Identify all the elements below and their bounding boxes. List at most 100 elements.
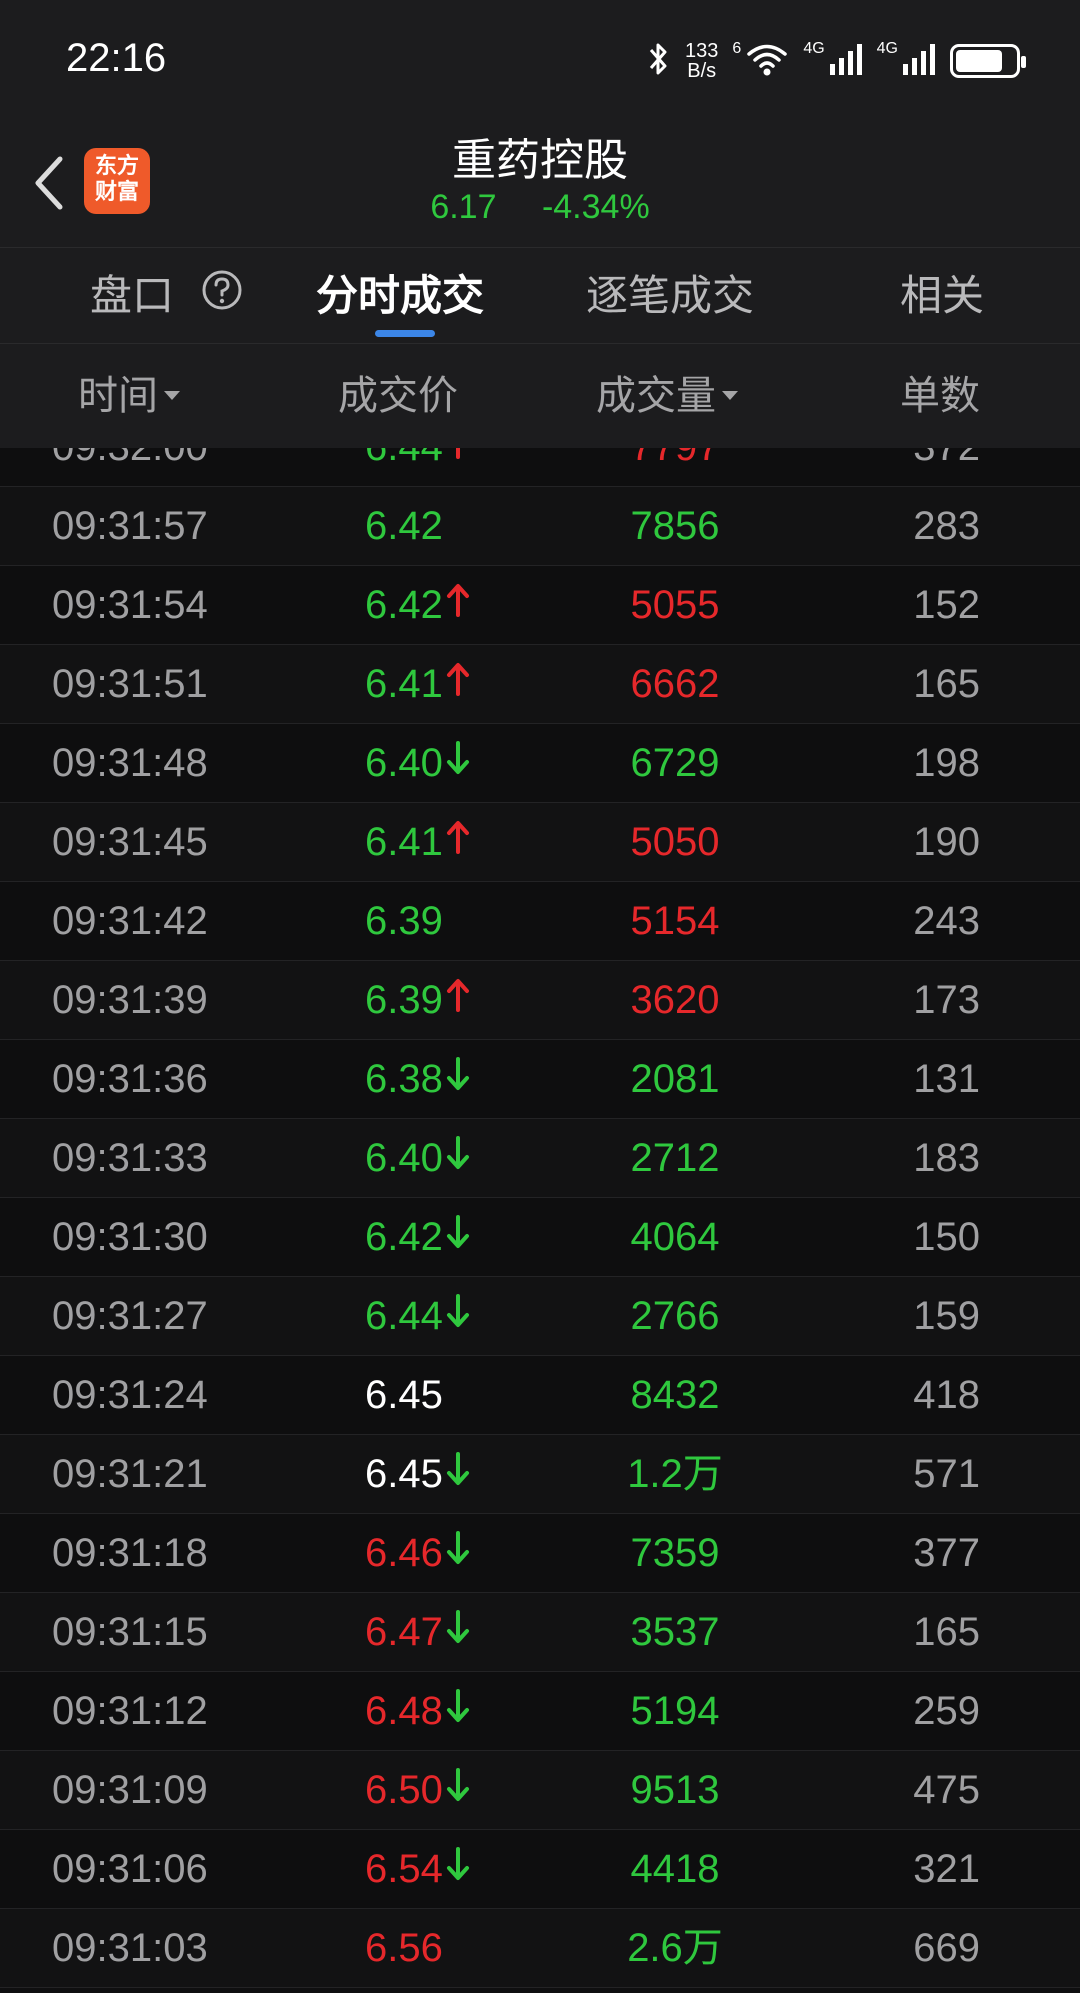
trade-price-cell: 6.39	[365, 882, 443, 961]
stock-price: 6.17	[430, 188, 497, 226]
trade-price: 6.54	[365, 1847, 443, 1891]
trade-price-cell: 6.56	[365, 1909, 443, 1988]
table-row[interactable]: 09:31:09 6.50 9513 475	[0, 1751, 1080, 1830]
trade-price: 6.46	[365, 1531, 443, 1575]
status-clock: 22:16	[66, 36, 167, 80]
bluetooth-icon	[645, 41, 671, 81]
trade-volume: 2081	[630, 1057, 720, 1101]
trade-time: 09:31:30	[52, 1215, 208, 1259]
table-row[interactable]: 09:31:51 6.41 6662 165	[0, 645, 1080, 724]
trade-volume: 4064	[630, 1215, 720, 1259]
table-row[interactable]: 09:31:24 6.45 8432 418	[0, 1356, 1080, 1435]
trade-price-cell: 6.50	[365, 1751, 471, 1830]
trade-time: 09:31:54	[52, 583, 208, 627]
trade-volume: 6662	[630, 662, 720, 706]
wifi-icon	[745, 41, 789, 81]
table-row[interactable]: 09:31:03 6.56 2.6万 669	[0, 1909, 1080, 1988]
stock-header: 东方 财富 重药控股 6.17 -4.34%	[0, 118, 1080, 248]
trade-price-cell: 6.45	[365, 1356, 443, 1435]
col-header-time[interactable]: 时间	[78, 368, 180, 424]
trade-time: 09:31:21	[52, 1452, 208, 1496]
wifi-label: 6	[732, 40, 742, 57]
table-row[interactable]: 09:31:33 6.40 2712 183	[0, 1119, 1080, 1198]
arrow-up-icon	[445, 565, 471, 644]
table-row[interactable]: 09:31:54 6.42 5055 152	[0, 566, 1080, 645]
col-header-price: 成交价	[338, 373, 458, 419]
trade-count: 243	[913, 899, 980, 943]
table-row[interactable]: 09:31:30 6.42 4064 150	[0, 1198, 1080, 1277]
trade-price-cell: 6.42	[365, 487, 443, 566]
table-row[interactable]: 09:31:45 6.41 5050 190	[0, 803, 1080, 882]
trade-time: 09:32:00	[52, 448, 208, 487]
trade-time: 09:31:18	[52, 1531, 208, 1575]
col-header-volume[interactable]: 成交量	[596, 368, 738, 424]
arrow-down-icon	[445, 1039, 471, 1118]
trade-count: 571	[913, 1452, 980, 1496]
status-bar: 22:16 133 B/s 6 4G 4G	[0, 0, 1080, 118]
trade-price: 6.45	[365, 1373, 443, 1417]
arrow-down-icon	[445, 1592, 471, 1671]
table-row[interactable]: 09:31:48 6.40 6729 198	[0, 724, 1080, 803]
trade-price: 6.40	[365, 741, 443, 785]
arrow-down-icon	[445, 723, 471, 802]
stock-name: 重药控股	[452, 135, 628, 186]
table-row[interactable]: 09:31:21 6.45 1.2万 571	[0, 1435, 1080, 1514]
trade-price-cell: 6.48	[365, 1672, 471, 1751]
column-headers: 时间 成交价 成交量 单数	[0, 344, 1080, 448]
trade-time: 09:31:51	[52, 662, 208, 706]
table-row[interactable]: 09:31:42 6.39 5154 243	[0, 882, 1080, 961]
table-row[interactable]: 09:31:12 6.48 5194 259	[0, 1672, 1080, 1751]
arrow-down-icon	[445, 1118, 471, 1197]
col-header-time-label: 时间	[78, 373, 158, 419]
trade-volume: 5055	[630, 583, 720, 627]
net-speed-value: 133	[685, 40, 719, 62]
trade-price: 6.56	[365, 1926, 443, 1970]
trade-time: 09:31:27	[52, 1294, 208, 1338]
arrow-down-icon	[445, 1276, 471, 1355]
trade-time: 09:31:24	[52, 1373, 208, 1417]
trade-count: 321	[913, 1847, 980, 1891]
tab-time-trades[interactable]: 分时成交	[316, 270, 484, 322]
trade-price: 6.41	[365, 662, 443, 706]
trade-count: 418	[913, 1373, 980, 1417]
trade-count: 377	[913, 1531, 980, 1575]
tab-pankou[interactable]: 盘口	[90, 270, 243, 322]
stock-change: -4.34%	[541, 188, 650, 226]
table-row[interactable]: 09:31:27 6.44 2766 159	[0, 1277, 1080, 1356]
battery-icon	[950, 44, 1026, 78]
trade-time: 09:31:57	[52, 504, 208, 548]
trade-count: 259	[913, 1689, 980, 1733]
trade-time: 09:31:33	[52, 1136, 208, 1180]
trade-price: 6.40	[365, 1136, 443, 1180]
trade-volume: 5050	[630, 820, 720, 864]
arrow-up-icon	[445, 448, 471, 486]
trade-time: 09:31:42	[52, 899, 208, 943]
table-row[interactable]: 09:32:00 6.44 7797 372	[0, 448, 1080, 487]
net-speed-unit: B/s	[687, 60, 717, 82]
help-icon[interactable]	[201, 269, 243, 323]
table-row[interactable]: 09:31:39 6.39 3620 173	[0, 961, 1080, 1040]
table-row[interactable]: 09:31:57 6.42 7856 283	[0, 487, 1080, 566]
trade-time: 09:31:15	[52, 1610, 208, 1654]
trade-count: 150	[913, 1215, 980, 1259]
trade-volume: 2766	[630, 1294, 720, 1338]
table-row[interactable]: 09:31:18 6.46 7359 377	[0, 1514, 1080, 1593]
table-row[interactable]: 09:31:36 6.38 2081 131	[0, 1040, 1080, 1119]
trades-table[interactable]: 09:32:006.44779737209:31:576.42785628309…	[0, 448, 1080, 1993]
trade-count: 372	[913, 448, 980, 487]
table-row[interactable]: 09:31:15 6.47 3537 165	[0, 1593, 1080, 1672]
table-row[interactable]: 09:31:06 6.54 4418 321	[0, 1830, 1080, 1909]
trade-count: 152	[913, 583, 980, 627]
trade-price-cell: 6.40	[365, 724, 471, 803]
tab-tick-trades[interactable]: 逐笔成交	[586, 270, 754, 322]
trade-volume: 5154	[630, 899, 720, 943]
tab-related[interactable]: 相关	[900, 270, 984, 322]
trade-volume: 6729	[630, 741, 720, 785]
trade-price-cell: 6.54	[365, 1830, 471, 1909]
arrow-down-icon	[445, 1671, 471, 1750]
trade-price: 6.47	[365, 1610, 443, 1654]
trade-price-cell: 6.47	[365, 1593, 471, 1672]
signal-1-label: 4G	[803, 40, 825, 57]
trade-price: 6.39	[365, 978, 443, 1022]
trade-volume: 9513	[630, 1768, 720, 1812]
